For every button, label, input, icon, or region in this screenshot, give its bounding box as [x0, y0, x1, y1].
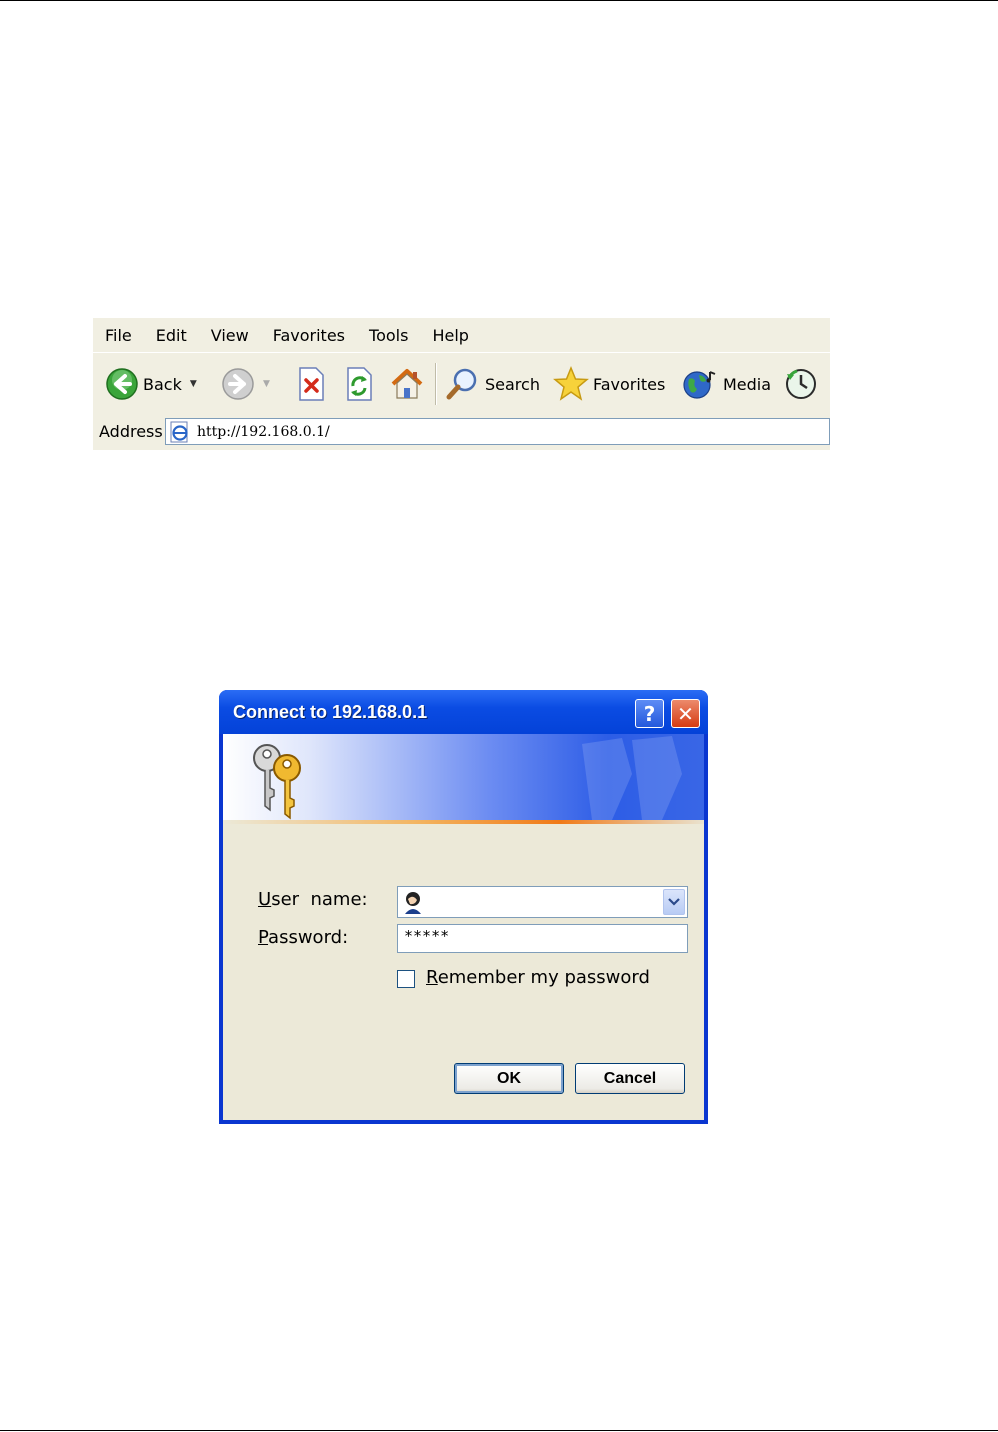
password-label: Password:: [258, 927, 349, 948]
search-icon: [446, 368, 477, 400]
home-icon: [391, 369, 423, 399]
refresh-button[interactable]: [343, 365, 375, 403]
menu-bar: File Edit View Favorites Tools Help: [93, 318, 830, 352]
back-arrow-icon: [106, 368, 138, 400]
username-dropdown-button[interactable]: [663, 889, 685, 915]
refresh-icon: [347, 367, 372, 401]
favorites-label: Favorites: [593, 374, 666, 394]
dialog-body: User name: Password: ***** Remember my p…: [223, 734, 704, 1120]
dialog-title: Connect to 192.168.0.1: [233, 702, 428, 722]
browser-window: File Edit View Favorites Tools Help Back…: [93, 318, 830, 450]
history-clock-icon: [786, 369, 816, 399]
favorites-button[interactable]: Favorites: [553, 365, 665, 403]
stop-button[interactable]: [295, 365, 327, 403]
menu-favorites[interactable]: Favorites: [261, 326, 357, 345]
favorites-star-icon: [553, 366, 589, 401]
search-label: Search: [485, 374, 540, 394]
username-label: User name:: [258, 889, 368, 910]
menu-tools[interactable]: Tools: [357, 326, 420, 345]
address-input[interactable]: http://192.168.0.1/: [165, 418, 830, 445]
page-top-rule: [0, 0, 998, 1]
menu-help[interactable]: Help: [420, 326, 480, 345]
toolbar-separator: [435, 363, 437, 405]
media-globe-icon: [683, 371, 716, 399]
user-avatar-icon: [405, 892, 421, 914]
help-button[interactable]: ?: [635, 699, 664, 728]
stop-icon: [299, 367, 324, 401]
back-dropdown-arrow-icon[interactable]: ▼: [190, 379, 197, 389]
search-button[interactable]: Search: [445, 365, 540, 403]
remember-password-label[interactable]: Remember my password: [426, 967, 650, 988]
dialog-banner: [223, 734, 704, 820]
forward-dropdown-arrow-icon[interactable]: ▼: [263, 379, 270, 389]
media-label: Media: [723, 374, 772, 394]
address-label: Address: [99, 422, 163, 441]
ok-button[interactable]: OK: [454, 1063, 564, 1094]
banner-divider: [223, 820, 704, 824]
close-button[interactable]: ✕: [671, 699, 700, 728]
forward-arrow-icon: [222, 368, 254, 400]
login-dialog: Connect to 192.168.0.1 ? ✕ User name: Pa…: [219, 690, 708, 1124]
close-icon: ✕: [677, 701, 694, 726]
menu-edit[interactable]: Edit: [144, 326, 199, 345]
menu-file[interactable]: File: [93, 326, 144, 345]
username-combobox[interactable]: [397, 886, 688, 918]
home-button[interactable]: [389, 365, 425, 403]
forward-button[interactable]: ▼: [221, 365, 270, 403]
cancel-button[interactable]: Cancel: [575, 1063, 685, 1094]
media-button[interactable]: Media: [681, 365, 771, 403]
history-button[interactable]: [783, 365, 819, 403]
dialog-titlebar[interactable]: Connect to 192.168.0.1 ? ✕: [219, 690, 708, 734]
remember-password-checkbox[interactable]: [397, 970, 415, 988]
menu-view[interactable]: View: [199, 326, 261, 345]
chevron-down-icon: [668, 898, 680, 906]
back-button[interactable]: Back ▼: [105, 365, 197, 403]
standard-toolbar: Back ▼ ▼ Search Favorites Media: [93, 352, 830, 416]
back-label: Back: [143, 374, 182, 394]
address-bar: Address http://192.168.0.1/: [93, 415, 830, 450]
ie-page-icon: [170, 421, 188, 442]
page-bottom-rule: [0, 1430, 998, 1431]
help-icon: ?: [643, 701, 656, 726]
keys-icon: [253, 744, 301, 820]
address-url: http://192.168.0.1/: [197, 423, 330, 440]
password-field[interactable]: *****: [397, 924, 688, 953]
keys-watermark-icon: [582, 736, 682, 820]
